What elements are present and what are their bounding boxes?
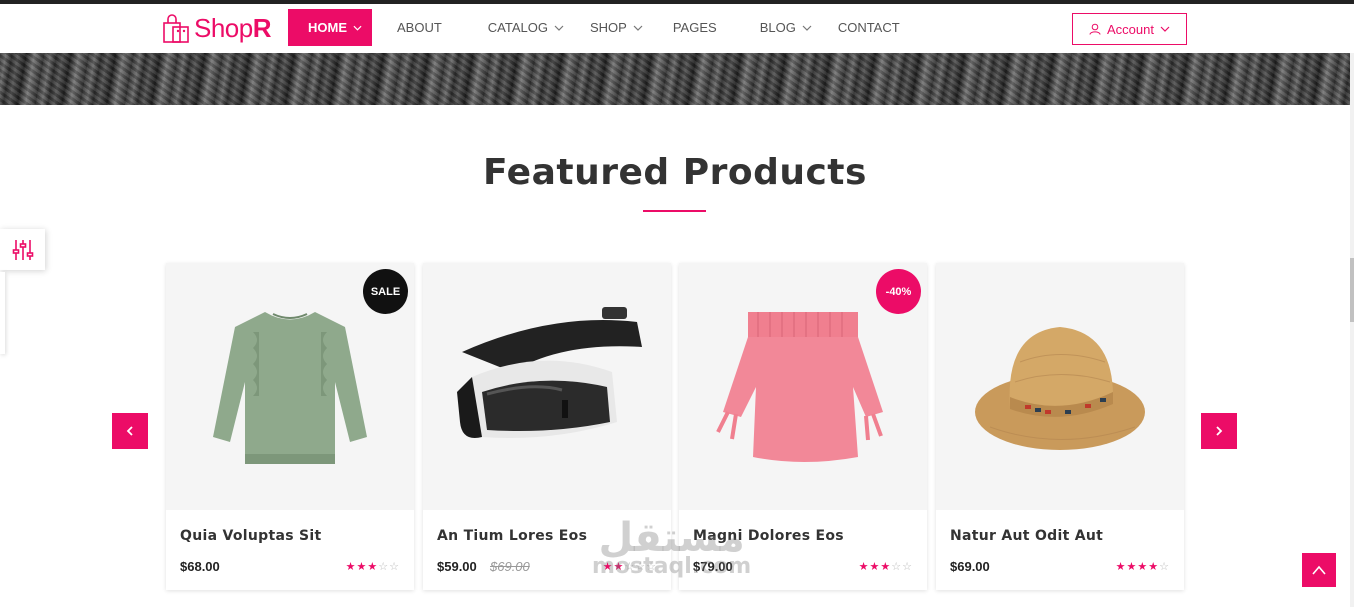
star-empty-icon: ☆ <box>1159 561 1170 573</box>
nav-item-contact[interactable]: CONTACT <box>838 9 900 46</box>
star-filled-icon: ★ <box>356 561 368 573</box>
product-price: $59.00 <box>437 559 477 574</box>
nav-item-shop[interactable]: SHOP <box>590 9 643 46</box>
page-scrollbar[interactable] <box>1350 53 1354 607</box>
arrow-up-icon <box>1312 565 1326 575</box>
star-filled-icon: ★ <box>1115 561 1127 573</box>
carousel-prev-button[interactable] <box>112 413 148 449</box>
rating-stars: ★★★☆☆ <box>859 560 913 573</box>
scrollbar-thumb[interactable] <box>1350 258 1354 322</box>
watermark-latin: mostaql.com <box>592 554 752 579</box>
chevron-down-icon <box>633 25 643 31</box>
vr-headset-image <box>457 306 642 438</box>
logo[interactable]: ShopR <box>162 13 272 44</box>
side-panel-edge <box>0 272 5 354</box>
straw-hat-image <box>975 326 1145 450</box>
nav-item-label: PAGES <box>672 20 717 35</box>
chevron-down-icon <box>554 25 564 31</box>
product-old-price: $69.00 <box>490 559 530 574</box>
star-filled-icon: ★ <box>869 561 881 573</box>
main-nav: HOME ABOUT CATALOG SHOP PAGES BLOG CONTA… <box>288 9 900 46</box>
product-name[interactable]: Natur Aut Odit Aut <box>950 528 1103 544</box>
chevron-down-icon <box>802 25 812 31</box>
nav-item-catalog[interactable]: CATALOG <box>488 9 564 46</box>
nav-item-label: HOME <box>308 20 347 35</box>
star-filled-icon: ★ <box>858 561 870 573</box>
rating-stars: ★★★☆☆ <box>346 560 400 573</box>
star-filled-icon: ★ <box>1126 561 1138 573</box>
star-empty-icon: ☆ <box>378 561 390 573</box>
carousel-next-button[interactable] <box>1201 413 1237 449</box>
pink-top-image <box>716 311 883 462</box>
chevron-right-icon <box>1216 426 1223 436</box>
chevron-down-icon <box>353 25 362 31</box>
chevron-left-icon <box>126 426 133 436</box>
back-to-top-button[interactable] <box>1302 553 1336 587</box>
star-filled-icon: ★ <box>367 561 379 573</box>
star-filled-icon: ★ <box>1148 561 1160 573</box>
user-icon <box>1089 23 1101 35</box>
product-image[interactable] <box>423 263 671 510</box>
watermark-arabic: مستقل <box>598 515 745 561</box>
nav-item-label: CATALOG <box>487 20 548 35</box>
product-price: $68.00 <box>180 559 220 574</box>
nav-item-pages[interactable]: PAGES <box>673 9 717 46</box>
chevron-down-icon <box>1160 26 1170 32</box>
star-empty-icon: ☆ <box>891 561 903 573</box>
nav-item-label: BLOG <box>759 20 796 35</box>
green-blouse-image <box>213 311 367 464</box>
nav-item-label: ABOUT <box>397 20 442 35</box>
nav-item-label: CONTACT <box>837 20 900 35</box>
star-filled-icon: ★ <box>1137 561 1149 573</box>
sale-badge: SALE <box>363 269 408 314</box>
account-button[interactable]: Account <box>1072 13 1187 45</box>
hero-banner-image <box>0 53 1350 105</box>
star-empty-icon: ☆ <box>389 561 400 573</box>
shopping-bag-icon <box>163 13 189 43</box>
product-name[interactable]: Quia Voluptas Sit <box>180 528 321 544</box>
rating-stars: ★★★★☆ <box>1116 560 1170 573</box>
site-header: ShopR HOME ABOUT CATALOG SHOP PAGES BLOG… <box>0 4 1354 53</box>
filter-toggle-button[interactable] <box>0 229 45 270</box>
section-title: Featured Products <box>483 152 867 193</box>
star-filled-icon: ★ <box>345 561 357 573</box>
product-name[interactable]: An Tium Lores Eos <box>437 528 587 544</box>
title-underline <box>643 210 706 212</box>
nav-item-home[interactable]: HOME <box>288 9 372 46</box>
sliders-icon <box>12 239 33 260</box>
product-card[interactable]: Natur Aut Odit Aut $69.00 ★★★★☆ <box>936 263 1184 590</box>
discount-badge: -40% <box>876 269 921 314</box>
brand-name: ShopR <box>194 13 272 43</box>
nav-item-blog[interactable]: BLOG <box>760 9 812 46</box>
product-image[interactable] <box>936 263 1184 510</box>
account-label: Account <box>1107 21 1154 37</box>
star-filled-icon: ★ <box>880 561 892 573</box>
product-card[interactable]: SALE Quia Voluptas Sit $68.00 ★★★☆☆ <box>166 263 414 590</box>
nav-item-label: SHOP <box>590 20 627 35</box>
nav-item-about[interactable]: ABOUT <box>397 9 442 46</box>
watermark: مستقل mostaql.com <box>592 518 751 578</box>
product-price: $69.00 <box>950 559 990 574</box>
star-empty-icon: ☆ <box>902 561 913 573</box>
